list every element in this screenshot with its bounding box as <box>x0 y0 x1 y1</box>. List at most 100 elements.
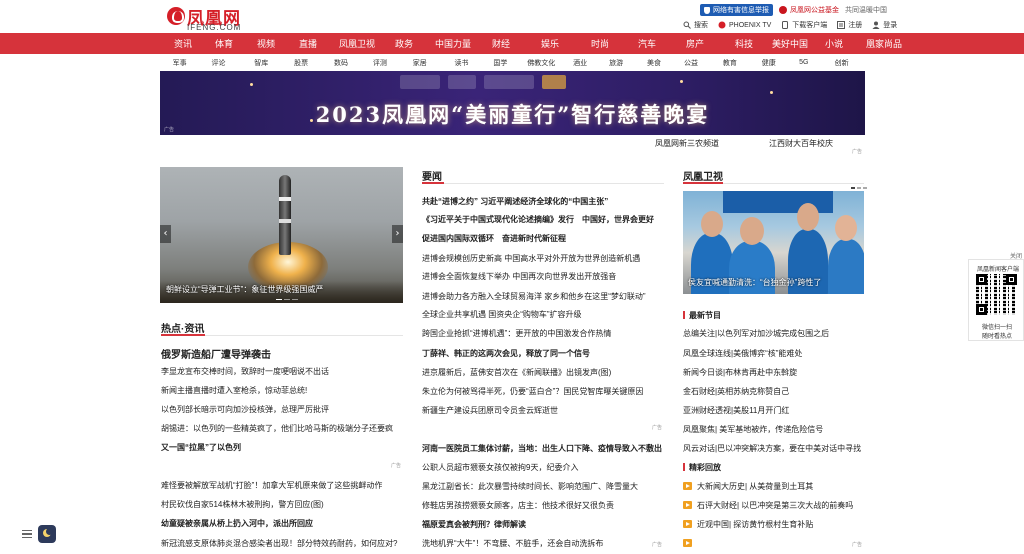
login-link[interactable]: 登录 <box>872 20 897 30</box>
subnav-item[interactable]: 酒业 <box>566 58 595 68</box>
list-item[interactable]: 跨国企业抢抓“进博机遇”：更开放的中国激发合作热情 <box>422 328 611 339</box>
list-item[interactable]: 总编关注|以色列军对加沙城完成包围之后 <box>683 328 829 339</box>
list-item[interactable]: 风云对话|巴以冲突解决方案，要在中美对话中寻找 <box>683 443 861 454</box>
search-link[interactable]: 搜索 <box>683 20 708 30</box>
link-jiangxi-finance-anniversary[interactable]: 江西财大百年校庆 <box>769 138 833 149</box>
slider-dot[interactable] <box>851 187 855 189</box>
slider-dot[interactable] <box>863 187 867 189</box>
list-item[interactable]: 进京履新后，蓝佛安首次在《新闻联播》出镜发声(图) <box>422 367 611 378</box>
register-icon <box>837 21 846 29</box>
slider-dot[interactable] <box>284 298 290 300</box>
subnav-item[interactable]: 公益 <box>671 58 712 68</box>
nav-item-auto[interactable]: 汽车 <box>621 37 673 50</box>
subnav-item[interactable]: 旅游 <box>595 58 638 68</box>
list-item[interactable]: 新疆生产建设兵团原司令员金云辉逝世 <box>422 405 558 416</box>
tv-feature-caption[interactable]: 侯友宜喊通勤清洗：“台独金孙”跨性了 <box>688 277 821 288</box>
slider-dot[interactable] <box>276 298 282 300</box>
nav-item-novel[interactable]: 小说 <box>809 37 859 50</box>
nav-item-sports[interactable]: 体育 <box>201 37 247 50</box>
nav-item-fashion[interactable]: 时尚 <box>579 37 621 50</box>
nav-item-finance[interactable]: 财经 <box>481 37 521 50</box>
nav-item-shop[interactable]: 凰家尚品 <box>859 37 909 50</box>
list-item[interactable]: 修鞋店男孩捞猥亵女顾客，店主：他技术很好又很负责 <box>422 500 614 511</box>
link-sannong-channel[interactable]: 凤凰网新三农频道 <box>655 138 719 149</box>
list-item[interactable]: 丁薛祥、韩正的这两次会见，释放了同一个信号 <box>422 348 590 359</box>
dark-mode-moon-icon[interactable] <box>38 525 56 543</box>
subnav-item[interactable]: 读书 <box>439 58 484 68</box>
slider-prev-button[interactable]: ‹ <box>160 225 171 243</box>
list-item[interactable]: 石评大财经| 以巴冲突是第三次大战的前奏吗 <box>697 500 853 511</box>
list-item[interactable]: 公职人员超市猥亵女孩仅被拘9天，纪委介入 <box>422 462 578 473</box>
tv-feature-image[interactable]: 侯友宜喊通勤清洗：“台独金孙”跨性了 <box>683 191 864 294</box>
list-item[interactable]: 胡锡进：以色列的一些精英疯了，他们比哈马斯的极端分子还要疯 <box>161 423 393 434</box>
list-item[interactable]: 新冠流感支原体肺炎混合感染者出现！部分特效药耐药，如何应对? <box>161 538 397 549</box>
nav-item-news[interactable]: 资讯 <box>165 37 201 50</box>
nav-item-video[interactable]: 视频 <box>247 37 285 50</box>
list-item[interactable]: 洗地机界“大牛”！不弯腰、不脏手，还会自动洗拆布 <box>422 538 603 549</box>
list-item[interactable]: 凤凰全球连线|美俄博弈“核”能难处 <box>683 348 802 359</box>
list-item[interactable]: 《习近平关于中国式现代化论述摘编》发行 中国好，世界会更好 <box>422 214 654 225</box>
subnav-item[interactable]: 健康 <box>748 58 789 68</box>
list-item[interactable]: 俄罗斯造船厂遭导弹袭击 <box>161 346 271 361</box>
hero-slider[interactable]: ‹ › 朝鲜设立“导弹工业节”：象征世界级强国威严 <box>160 167 403 303</box>
nav-item-phoenix-tv[interactable]: 凤凰卫视 <box>331 37 383 50</box>
list-item[interactable]: 进博会全面恢复线下举办 中国再次向世界发出开放强音 <box>422 271 616 282</box>
slider-dot[interactable] <box>292 298 298 300</box>
nav-item-beautiful-china[interactable]: 美好中国 <box>771 37 809 50</box>
nav-item-china-power[interactable]: 中国力量 <box>425 37 481 50</box>
list-item[interactable]: 亚洲财经透视|美股11月开门红 <box>683 405 789 416</box>
subnav-item[interactable]: 评测 <box>359 58 400 68</box>
list-item[interactable]: 幼童疑被亲属从桥上扔入河中，派出所回应 <box>161 518 313 529</box>
list-item[interactable]: 促进国内国际双循环 奋进新时代新征程 <box>422 233 566 244</box>
charity-fund-badge[interactable]: 凤凰网公益基金 <box>779 5 839 15</box>
search-link-label: 搜索 <box>694 22 708 29</box>
nav-item-live[interactable]: 直播 <box>285 37 331 50</box>
subnav-item[interactable]: 美食 <box>638 58 671 68</box>
nav-item-realestate[interactable]: 房产 <box>673 37 717 50</box>
list-item[interactable]: 新闻主播直播时遭入室枪杀，惊动菲总统! <box>161 385 307 396</box>
list-item[interactable]: 凤凰聚焦| 美军基地被炸，传递危险信号 <box>683 424 823 435</box>
nav-item-government[interactable]: 政务 <box>383 37 425 50</box>
list-item[interactable]: 又一国“拉黑”了以色列 <box>161 442 241 453</box>
list-item[interactable]: 新闻今日谈|布林肯再赴中东斡旋 <box>683 367 797 378</box>
person-head <box>797 203 819 231</box>
list-item[interactable]: 黑龙江副省长：此次暴雪持续时间长、影响范围广、降雪量大 <box>422 481 638 492</box>
list-item[interactable]: 近观中国| 探访黄竹根村生育补贴 <box>697 519 813 530</box>
subnav-item[interactable]: 智库 <box>243 58 280 68</box>
list-item[interactable]: 以色列部长暗示可向加沙投核弹，总理严厉批评 <box>161 404 329 415</box>
subnav-item[interactable]: 军事 <box>165 58 194 68</box>
list-item[interactable]: 共赴“进博之约” 习近平阐述经济全球化的“中国主张” <box>422 196 608 207</box>
list-item[interactable]: 难怪要被解放军战机“打脸”！加拿大军机原来做了这些挑衅动作 <box>161 480 382 491</box>
list-item[interactable]: 李显龙宣布交棒时间，致辞时一度哽咽说不出话 <box>161 366 329 377</box>
phoenix-tv-link[interactable]: PHOENIX TV <box>718 21 771 29</box>
subnav-item[interactable]: 5G <box>789 59 818 66</box>
nav-item-entertainment[interactable]: 娱乐 <box>521 37 579 50</box>
slider-dot[interactable] <box>857 187 861 189</box>
list-item[interactable]: 福原爱真会被判刑？律师解读 <box>422 519 526 530</box>
subnav-item[interactable]: 教育 <box>711 58 748 68</box>
register-link[interactable]: 注册 <box>837 20 862 30</box>
subnav-item[interactable]: 数码 <box>323 58 360 68</box>
subnav-item[interactable]: 股票 <box>280 58 323 68</box>
charity-gala-banner[interactable]: 2023凤凰网“美丽童行”智行慈善晚宴 广告 <box>160 71 865 135</box>
list-item[interactable]: 朱立伦为何被骂得半死，仍要“蓝白合”？国民党智库曝关键原因 <box>422 386 643 397</box>
list-item[interactable]: 河南一医院员工集体讨薪，当地：出生人口下降、疫情导致入不敷出 <box>422 443 662 454</box>
list-item[interactable]: 村民砍伐自家514株林木被刑拘，警方回应(图) <box>161 499 324 510</box>
list-item[interactable]: 全球企业共享机遇 国资央企“购物车”扩容升级 <box>422 309 582 320</box>
hero-caption[interactable]: 朝鲜设立“导弹工业节”：象征世界级强国威严 <box>166 284 323 295</box>
list-item[interactable]: 进博会规模创历史新高 中国高水平对外开放为世界创造新机遇 <box>422 253 640 264</box>
subnav-item[interactable]: 佛教文化 <box>517 58 566 68</box>
download-app-link[interactable]: 下载客户端 <box>781 20 827 30</box>
nav-item-tech[interactable]: 科技 <box>717 37 771 50</box>
list-item[interactable]: 金石财经|英相苏纳克称赞自己 <box>683 386 789 397</box>
subnav-item[interactable]: 评论 <box>194 58 243 68</box>
subnav-item[interactable]: 家居 <box>400 58 439 68</box>
list-item[interactable]: 进博会助力各方融入全球贸易海洋 家乡和他乡在这里“梦幻联动” <box>422 291 646 302</box>
subnav-item[interactable]: 创新 <box>818 58 865 68</box>
subnav-item[interactable]: 国学 <box>484 58 517 68</box>
slider-next-button[interactable]: › <box>392 225 403 243</box>
list-item[interactable]: 大新闻大历史| 从美荷量到土耳其 <box>697 481 813 492</box>
menu-icon[interactable] <box>20 527 34 541</box>
report-badge[interactable]: 网络有害信息举报 <box>700 4 773 16</box>
site-logo[interactable]: 凤凰网 IFENG.COM <box>167 4 245 32</box>
